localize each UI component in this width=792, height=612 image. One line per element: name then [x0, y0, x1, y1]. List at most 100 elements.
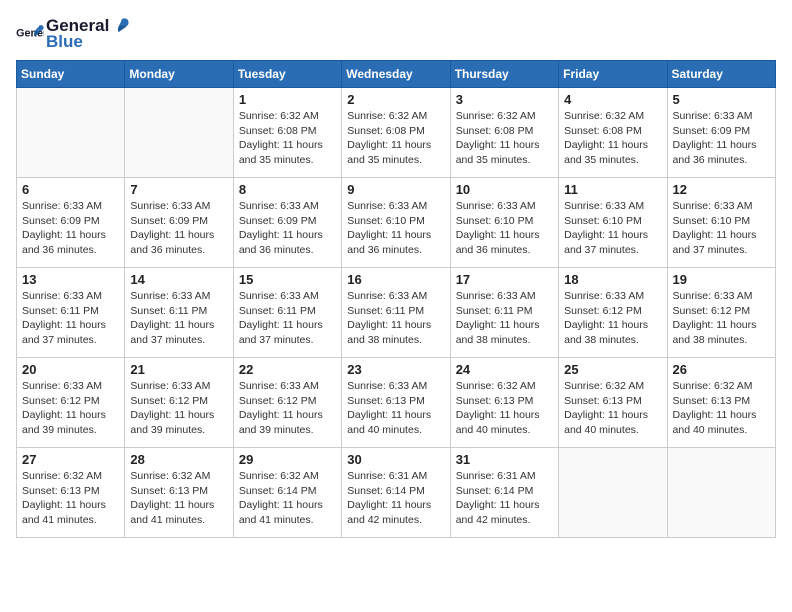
week-row-1: 1 Sunrise: 6:32 AMSunset: 6:08 PMDaylight… [17, 88, 776, 178]
day-number: 9 [347, 182, 444, 197]
calendar-cell [559, 448, 667, 538]
day-number: 18 [564, 272, 661, 287]
calendar-cell: 8Sunrise: 6:33 AMSunset: 6:09 PMDaylight… [233, 178, 341, 268]
calendar-cell: 25 Sunrise: 6:32 AMSunset: 6:13 PMDayligh… [559, 358, 667, 448]
calendar-cell: 27 Sunrise: 6:32 AMSunset: 6:13 PMDayligh… [17, 448, 125, 538]
weekday-header-friday: Friday [559, 61, 667, 88]
calendar-cell: 24 Sunrise: 6:32 AMSunset: 6:13 PMDayligh… [450, 358, 558, 448]
day-number: 30 [347, 452, 444, 467]
calendar-cell: 28 Sunrise: 6:32 AMSunset: 6:13 PMDayligh… [125, 448, 233, 538]
day-number: 1 [239, 92, 336, 107]
day-info: Sunrise: 6:33 AMSunset: 6:11 PMDaylight:… [347, 289, 444, 348]
calendar-cell [667, 448, 775, 538]
day-info: Sunrise: 6:32 AMSunset: 6:08 PMDaylight:… [564, 109, 661, 168]
day-info: Sunrise: 6:33 AMSunset: 6:11 PMDaylight:… [130, 289, 227, 348]
day-number: 27 [22, 452, 119, 467]
calendar-cell: 2 Sunrise: 6:32 AMSunset: 6:08 PMDaylight… [342, 88, 450, 178]
day-number: 7 [130, 182, 227, 197]
calendar-cell: 1Sunrise: 6:32 AMSunset: 6:08 PMDaylight… [233, 88, 341, 178]
day-number: 6 [22, 182, 119, 197]
day-info: Sunrise: 6:33 AMSunset: 6:10 PMDaylight:… [673, 199, 770, 258]
calendar-cell: 12 Sunrise: 6:33 AMSunset: 6:10 PMDayligh… [667, 178, 775, 268]
calendar-cell: 30 Sunrise: 6:31 AMSunset: 6:14 PMDayligh… [342, 448, 450, 538]
day-info: Sunrise: 6:33 AMSunset: 6:12 PMDaylight:… [22, 379, 119, 438]
day-number: 24 [456, 362, 553, 377]
day-info: Sunrise: 6:33 AMSunset: 6:12 PMDaylight:… [239, 379, 336, 438]
weekday-header-thursday: Thursday [450, 61, 558, 88]
calendar-cell: 17 Sunrise: 6:33 AMSunset: 6:11 PMDayligh… [450, 268, 558, 358]
day-info: Sunrise: 6:32 AMSunset: 6:13 PMDaylight:… [564, 379, 661, 438]
week-row-3: 13Sunrise: 6:33 AMSunset: 6:11 PMDayligh… [17, 268, 776, 358]
day-number: 26 [673, 362, 770, 377]
day-number: 11 [564, 182, 661, 197]
day-number: 25 [564, 362, 661, 377]
day-number: 22 [239, 362, 336, 377]
day-number: 23 [347, 362, 444, 377]
week-row-5: 27 Sunrise: 6:32 AMSunset: 6:13 PMDayligh… [17, 448, 776, 538]
day-number: 21 [130, 362, 227, 377]
day-info: Sunrise: 6:32 AMSunset: 6:13 PMDaylight:… [22, 469, 119, 528]
day-info: Sunrise: 6:32 AMSunset: 6:08 PMDaylight:… [456, 109, 553, 168]
calendar-cell: 29Sunrise: 6:32 AMSunset: 6:14 PMDayligh… [233, 448, 341, 538]
day-info: Sunrise: 6:33 AMSunset: 6:10 PMDaylight:… [564, 199, 661, 258]
day-info: Sunrise: 6:32 AMSunset: 6:08 PMDaylight:… [347, 109, 444, 168]
day-number: 4 [564, 92, 661, 107]
calendar-cell: 31 Sunrise: 6:31 AMSunset: 6:14 PMDayligh… [450, 448, 558, 538]
calendar-cell: 3 Sunrise: 6:32 AMSunset: 6:08 PMDaylight… [450, 88, 558, 178]
calendar-cell: 7Sunrise: 6:33 AMSunset: 6:09 PMDaylight… [125, 178, 233, 268]
day-info: Sunrise: 6:32 AMSunset: 6:13 PMDaylight:… [130, 469, 227, 528]
calendar-cell: 21Sunrise: 6:33 AMSunset: 6:12 PMDayligh… [125, 358, 233, 448]
calendar-cell [17, 88, 125, 178]
day-info: Sunrise: 6:32 AMSunset: 6:13 PMDaylight:… [456, 379, 553, 438]
day-info: Sunrise: 6:33 AMSunset: 6:09 PMDaylight:… [239, 199, 336, 258]
weekday-header-row: SundayMondayTuesdayWednesdayThursdayFrid… [17, 61, 776, 88]
day-number: 2 [347, 92, 444, 107]
week-row-2: 6 Sunrise: 6:33 AMSunset: 6:09 PMDaylight… [17, 178, 776, 268]
calendar-cell: 6 Sunrise: 6:33 AMSunset: 6:09 PMDaylight… [17, 178, 125, 268]
calendar-table: SundayMondayTuesdayWednesdayThursdayFrid… [16, 60, 776, 538]
weekday-header-wednesday: Wednesday [342, 61, 450, 88]
day-number: 14 [130, 272, 227, 287]
day-info: Sunrise: 6:33 AMSunset: 6:09 PMDaylight:… [673, 109, 770, 168]
day-number: 12 [673, 182, 770, 197]
page-header: General General Blue [16, 16, 776, 52]
day-number: 16 [347, 272, 444, 287]
day-info: Sunrise: 6:32 AMSunset: 6:14 PMDaylight:… [239, 469, 336, 528]
day-info: Sunrise: 6:33 AMSunset: 6:12 PMDaylight:… [564, 289, 661, 348]
calendar-cell: 20 Sunrise: 6:33 AMSunset: 6:12 PMDayligh… [17, 358, 125, 448]
weekday-header-monday: Monday [125, 61, 233, 88]
day-number: 10 [456, 182, 553, 197]
day-info: Sunrise: 6:33 AMSunset: 6:12 PMDaylight:… [673, 289, 770, 348]
logo-bird-icon [110, 17, 132, 35]
day-number: 17 [456, 272, 553, 287]
day-number: 28 [130, 452, 227, 467]
day-number: 5 [673, 92, 770, 107]
calendar-cell: 9Sunrise: 6:33 AMSunset: 6:10 PMDaylight… [342, 178, 450, 268]
day-info: Sunrise: 6:31 AMSunset: 6:14 PMDaylight:… [456, 469, 553, 528]
day-number: 31 [456, 452, 553, 467]
day-info: Sunrise: 6:33 AMSunset: 6:09 PMDaylight:… [22, 199, 119, 258]
calendar-cell: 10 Sunrise: 6:33 AMSunset: 6:10 PMDayligh… [450, 178, 558, 268]
day-info: Sunrise: 6:33 AMSunset: 6:10 PMDaylight:… [456, 199, 553, 258]
logo: General General Blue [16, 16, 132, 52]
logo-text-block: General Blue [46, 16, 132, 52]
day-info: Sunrise: 6:32 AMSunset: 6:13 PMDaylight:… [673, 379, 770, 438]
calendar-cell: 11 Sunrise: 6:33 AMSunset: 6:10 PMDayligh… [559, 178, 667, 268]
day-info: Sunrise: 6:33 AMSunset: 6:11 PMDaylight:… [456, 289, 553, 348]
week-row-4: 20 Sunrise: 6:33 AMSunset: 6:12 PMDayligh… [17, 358, 776, 448]
day-info: Sunrise: 6:31 AMSunset: 6:14 PMDaylight:… [347, 469, 444, 528]
day-info: Sunrise: 6:33 AMSunset: 6:11 PMDaylight:… [239, 289, 336, 348]
calendar-cell [125, 88, 233, 178]
day-number: 3 [456, 92, 553, 107]
calendar-cell: 4 Sunrise: 6:32 AMSunset: 6:08 PMDaylight… [559, 88, 667, 178]
day-info: Sunrise: 6:33 AMSunset: 6:13 PMDaylight:… [347, 379, 444, 438]
calendar-cell: 16 Sunrise: 6:33 AMSunset: 6:11 PMDayligh… [342, 268, 450, 358]
calendar-cell: 14 Sunrise: 6:33 AMSunset: 6:11 PMDayligh… [125, 268, 233, 358]
calendar-cell: 22 Sunrise: 6:33 AMSunset: 6:12 PMDayligh… [233, 358, 341, 448]
day-number: 19 [673, 272, 770, 287]
weekday-header-sunday: Sunday [17, 61, 125, 88]
calendar-cell: 26 Sunrise: 6:32 AMSunset: 6:13 PMDayligh… [667, 358, 775, 448]
calendar-cell: 13Sunrise: 6:33 AMSunset: 6:11 PMDayligh… [17, 268, 125, 358]
weekday-header-tuesday: Tuesday [233, 61, 341, 88]
day-number: 20 [22, 362, 119, 377]
